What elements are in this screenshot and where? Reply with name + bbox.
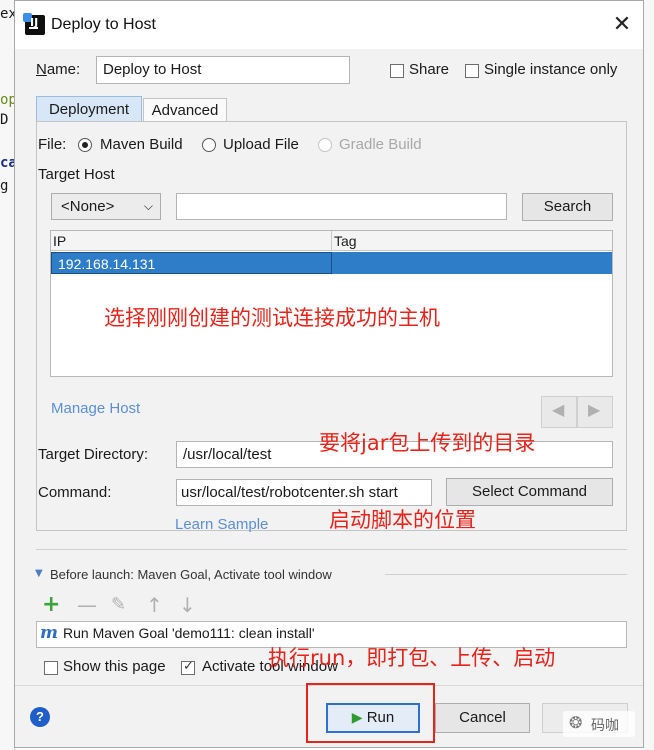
maven-icon: m: [40, 623, 58, 643]
help-icon[interactable]: ?: [30, 707, 50, 727]
background-ide: ex op D ca g: [0, 0, 17, 750]
close-icon[interactable]: ✕: [607, 10, 637, 40]
upload-file-label: Upload File: [223, 136, 299, 153]
bg-fragment: g: [0, 178, 9, 194]
target-host-label: Target Host: [38, 166, 115, 183]
tab-advanced[interactable]: Advanced: [143, 98, 227, 122]
background-ide-right: [644, 0, 654, 750]
select-command-button[interactable]: Select Command: [446, 478, 613, 506]
learn-sample-link[interactable]: Learn Sample: [175, 516, 268, 533]
title-bar[interactable]: IJ Deploy to Host ✕: [15, 1, 643, 49]
radio-gradle-build: [318, 138, 332, 152]
before-launch-header[interactable]: Before launch: Maven Goal, Activate tool…: [50, 567, 332, 582]
maven-build-label: Maven Build: [100, 136, 183, 153]
triangle-left-icon: ◀: [552, 400, 565, 419]
deploy-dialog: IJ Deploy to Host ✕ Name: Deploy to Host…: [14, 0, 644, 748]
activate-tool-window-checkbox[interactable]: [181, 659, 195, 675]
target-directory-label: Target Directory:: [38, 446, 149, 463]
run-label: Run: [366, 709, 395, 726]
intellij-app-icon: IJ: [23, 13, 45, 35]
cancel-button[interactable]: Cancel: [435, 703, 530, 733]
remove-icon[interactable]: —: [77, 593, 97, 617]
annotation-script-location: 启动脚本的位置: [329, 508, 476, 532]
command-input[interactable]: usr/local/test/robotcenter.sh start: [176, 479, 432, 506]
annotation-select-host: 选择刚刚创建的测试连接成功的主机: [104, 306, 440, 330]
wechat-icon: ❂: [569, 713, 583, 732]
move-up-icon[interactable]: ↑: [146, 593, 163, 617]
divider: [36, 549, 627, 550]
table-row[interactable]: 192.168.14.131: [51, 252, 612, 274]
name-label-rest: ame:: [46, 61, 81, 78]
chevron-down-icon: ⌵: [143, 199, 153, 213]
column-header-tag[interactable]: Tag: [332, 231, 612, 251]
share-checkbox[interactable]: [390, 64, 404, 78]
before-launch-rule: [385, 574, 627, 575]
single-instance-checkbox[interactable]: [465, 64, 479, 78]
gradle-build-label: Gradle Build: [339, 136, 422, 153]
file-label: File:: [38, 136, 67, 153]
radio-upload-file[interactable]: [202, 138, 216, 152]
next-button[interactable]: ▶: [577, 396, 613, 428]
triangle-right-icon: ▶: [588, 400, 601, 419]
annotation-upload-dir: 要将jar包上传到的目录: [319, 431, 536, 455]
run-button[interactable]: ▶ Run: [326, 703, 420, 733]
run-triangle-icon: ▶: [351, 710, 363, 726]
move-down-icon[interactable]: ↓: [179, 593, 196, 617]
collapse-triangle-icon[interactable]: ▼: [35, 568, 43, 579]
window-title: Deploy to Host: [51, 16, 156, 33]
bg-fragment: D: [0, 112, 9, 128]
prev-button[interactable]: ◀: [541, 396, 577, 428]
watermark: ❂ 码咖: [563, 711, 635, 737]
command-label: Command:: [38, 484, 112, 501]
name-input[interactable]: Deploy to Host: [96, 56, 350, 84]
column-header-ip[interactable]: IP: [51, 231, 332, 251]
show-page-label: Show this page: [63, 658, 166, 675]
share-label: Share: [409, 61, 450, 78]
host-dropdown-value: <None>: [61, 198, 115, 215]
annotation-run-note: 执行run，即打包、上传、启动: [268, 646, 556, 670]
add-icon[interactable]: +: [42, 592, 60, 617]
name-label: Name:: [36, 61, 81, 78]
task-label: Run Maven Goal 'demo111: clean install': [63, 625, 315, 641]
host-dropdown[interactable]: <None> ⌵: [51, 193, 161, 220]
host-search-input[interactable]: [176, 193, 507, 220]
manage-host-link[interactable]: Manage Host: [51, 400, 140, 417]
show-page-checkbox[interactable]: [44, 661, 58, 675]
search-button[interactable]: Search: [522, 193, 613, 221]
watermark-text: 码咖: [591, 718, 619, 734]
single-instance-label: Single instance only: [484, 61, 618, 78]
tab-deployment[interactable]: Deployment: [36, 96, 142, 122]
cell-ip: 192.168.14.131: [51, 252, 332, 274]
edit-icon[interactable]: ✎: [111, 594, 126, 615]
radio-maven-build[interactable]: [78, 138, 92, 152]
